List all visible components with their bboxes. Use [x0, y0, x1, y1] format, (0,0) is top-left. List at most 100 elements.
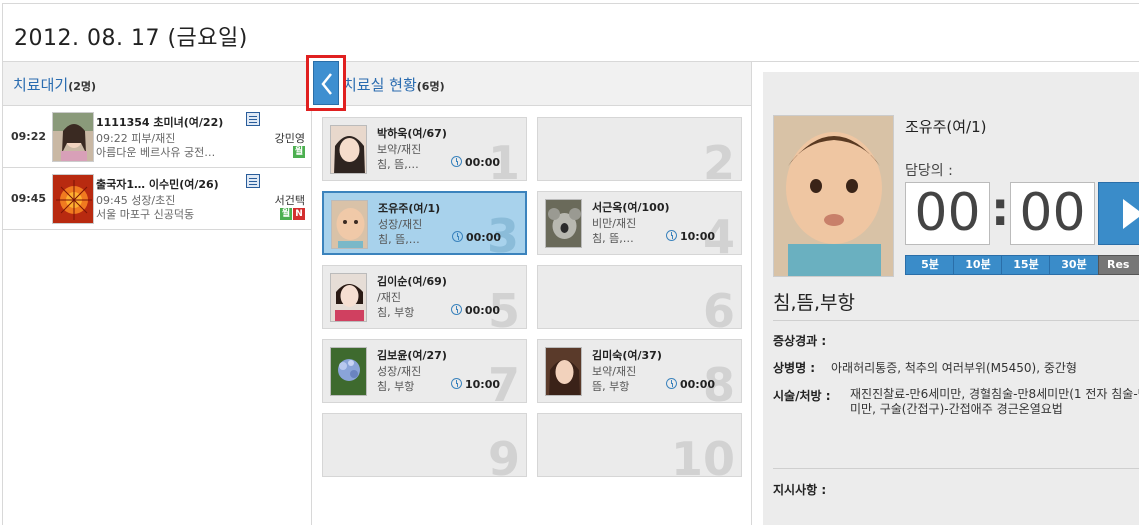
play-icon: [1123, 199, 1139, 229]
room-timer-value: 00:00: [465, 156, 501, 169]
room-card-2[interactable]: 2: [537, 117, 742, 181]
alarm-clock-icon: [452, 231, 463, 242]
waiting-title: 치료대기(2명): [13, 74, 96, 95]
chart-document-icon[interactable]: [246, 174, 260, 188]
room-treatment: 침, 뜸,…: [377, 158, 419, 171]
room-patient-name: 서근옥(여/100): [592, 201, 670, 214]
rooms-title: 치료실 현황(6명): [343, 74, 445, 95]
room-number: 9: [487, 432, 520, 477]
room-visit-type: /재진: [377, 291, 401, 304]
room-timer: 00:00: [451, 304, 500, 317]
room-timer: 10:00: [451, 378, 500, 391]
waiting-header: 치료대기(2명): [3, 62, 311, 106]
detail-treatment: 침,뜸,부항: [773, 292, 855, 314]
chart-document-icon[interactable]: [246, 112, 260, 126]
collapse-panel-button[interactable]: [306, 55, 346, 111]
divider: [773, 320, 1139, 321]
patient-photo: [330, 125, 367, 174]
start-timer-button[interactable]: [1098, 182, 1139, 245]
chevron-left-icon: [313, 61, 339, 105]
room-card-10[interactable]: 10: [537, 413, 742, 477]
room-timer-value: 00:00: [680, 378, 716, 391]
patient-photo: [330, 273, 367, 322]
timer-15min-button[interactable]: 15분: [1001, 255, 1051, 275]
room-visit-type: 보약/재진: [377, 143, 422, 156]
patient-photo: [545, 347, 582, 396]
room-visit-type: 비만/재진: [592, 217, 637, 230]
symptom-label: 증상경과 :: [773, 334, 827, 348]
rooms-count: (6명): [416, 80, 445, 93]
waiting-badges: 월: [293, 146, 305, 158]
diagnosis-label: 상병명 :: [773, 361, 816, 375]
room-patient-name: 김미숙(여/37): [592, 349, 662, 362]
badge-month: 월: [293, 146, 305, 158]
alarm-clock-icon: [451, 156, 462, 167]
waiting-row[interactable]: 09:22 1111354 초미녀(여/22) 09:22 피부/재진 아름다운…: [3, 106, 311, 168]
room-card-6[interactable]: 6: [537, 265, 742, 329]
room-number: 2: [702, 136, 735, 181]
room-card-3[interactable]: 3 조유주(여/1) 성장/재진 침, 뜸,… 00:00: [322, 191, 527, 255]
room-card-5[interactable]: 5 김이순(여/69) /재진 침, 부항 00:00: [322, 265, 527, 329]
room-timer: 00:00: [452, 231, 501, 244]
waiting-patient-id-name: 1111354 초미녀(여/22): [96, 116, 224, 129]
room-timer-value: 10:00: [465, 378, 501, 391]
alarm-clock-icon: [451, 304, 462, 315]
room-timer-value: 10:00: [680, 230, 716, 243]
patient-detail-panel: 조유주(여/1) 담당의 : 00 : 00 5분 10분 15분 30분 Re…: [763, 72, 1139, 525]
room-timer: 00:00: [451, 156, 500, 169]
detail-patient-name: 조유주(여/1): [905, 118, 987, 136]
patient-photo-large: [773, 115, 894, 277]
timer-10min-button[interactable]: 10분: [953, 255, 1003, 275]
badge-new: N: [293, 208, 305, 220]
timer-5min-button[interactable]: 5분: [905, 255, 955, 275]
room-treatment: 뜸, 부항: [592, 380, 630, 393]
room-timer: 00:00: [666, 378, 715, 391]
room-treatment: 침, 부항: [377, 306, 415, 319]
waiting-time: 09:45: [11, 192, 47, 205]
timer-minutes: 00: [905, 182, 990, 245]
waiting-row[interactable]: 09:45 출국자1… 이수민(여/26) 09:45 성장/초진 서울 마포구…: [3, 168, 311, 230]
room-patient-name: 조유주(여/1): [378, 202, 441, 215]
room-visit-type: 성장/재진: [378, 218, 423, 231]
patient-photo: [330, 347, 367, 396]
waiting-address: 아름다운 베르사유 궁전…: [96, 146, 216, 159]
room-treatment: 침, 부항: [377, 380, 415, 393]
instruction-label: 지시사항 :: [773, 483, 827, 497]
timer-30min-button[interactable]: 30분: [1049, 255, 1099, 275]
waiting-panel: 치료대기(2명) 09:22 1111354 초미녀(여/22) 09:22 피…: [2, 62, 312, 525]
room-card-7[interactable]: 7 김보윤(여/27) 성장/재진 침, 부항 10:00: [322, 339, 527, 403]
waiting-title-text: 치료대기: [13, 76, 69, 94]
room-treatment: 침, 뜸,…: [592, 232, 634, 245]
timer-colon: :: [991, 182, 1010, 236]
timer-reset-button[interactable]: Res: [1098, 255, 1139, 275]
waiting-badges: 월 N: [280, 208, 305, 220]
date-title: 2012. 08. 17 (금요일): [14, 26, 248, 51]
rooms-title-text: 치료실 현황: [343, 76, 417, 94]
room-visit-type: 보약/재진: [592, 365, 637, 378]
room-visit-type: 성장/재진: [377, 365, 422, 378]
room-patient-name: 김이순(여/69): [377, 275, 447, 288]
room-card-8[interactable]: 8 김미숙(여/37) 보약/재진 뜸, 부항 00:00: [537, 339, 742, 403]
waiting-count: (2명): [68, 80, 97, 93]
room-card-4[interactable]: 4 서근옥(여/100) 비만/재진 침, 뜸,… 10:00: [537, 191, 742, 255]
page: 2012. 08. 17 (금요일) 치료대기(2명) 09:22 111135…: [0, 0, 1139, 525]
date-header: 2012. 08. 17 (금요일): [2, 3, 1139, 62]
alarm-clock-icon: [451, 378, 462, 389]
waiting-doctor: 서건택: [274, 194, 305, 207]
waiting-doctor: 강민영: [274, 132, 305, 145]
room-treatment: 침, 뜸,…: [378, 233, 420, 246]
room-number: 6: [702, 284, 735, 329]
room-timer-value: 00:00: [465, 304, 501, 317]
procedure-label: 시술/처방 :: [773, 389, 831, 403]
divider: [773, 468, 1139, 469]
room-card-1[interactable]: 1 박하욱(여/67) 보약/재진 침, 뜸,… 00:00: [322, 117, 527, 181]
diagnosis-value: 아래허리통증, 척추의 여러부위(M5450), 중간형: [831, 361, 1077, 375]
rooms-header: 치료실 현황(6명): [312, 62, 751, 106]
alarm-clock-icon: [666, 378, 677, 389]
doctor-label: 담당의 :: [905, 163, 953, 179]
waiting-patient-id-name: 출국자1… 이수민(여/26): [96, 178, 219, 191]
room-card-9[interactable]: 9: [322, 413, 527, 477]
procedure-value: 재진진찰료-만6세미만, 경혈침술-만8세미만(1 전자 침술-만8세미만, 구…: [850, 387, 1139, 416]
room-timer: 10:00: [666, 230, 715, 243]
patient-thumbnail: [52, 112, 94, 162]
